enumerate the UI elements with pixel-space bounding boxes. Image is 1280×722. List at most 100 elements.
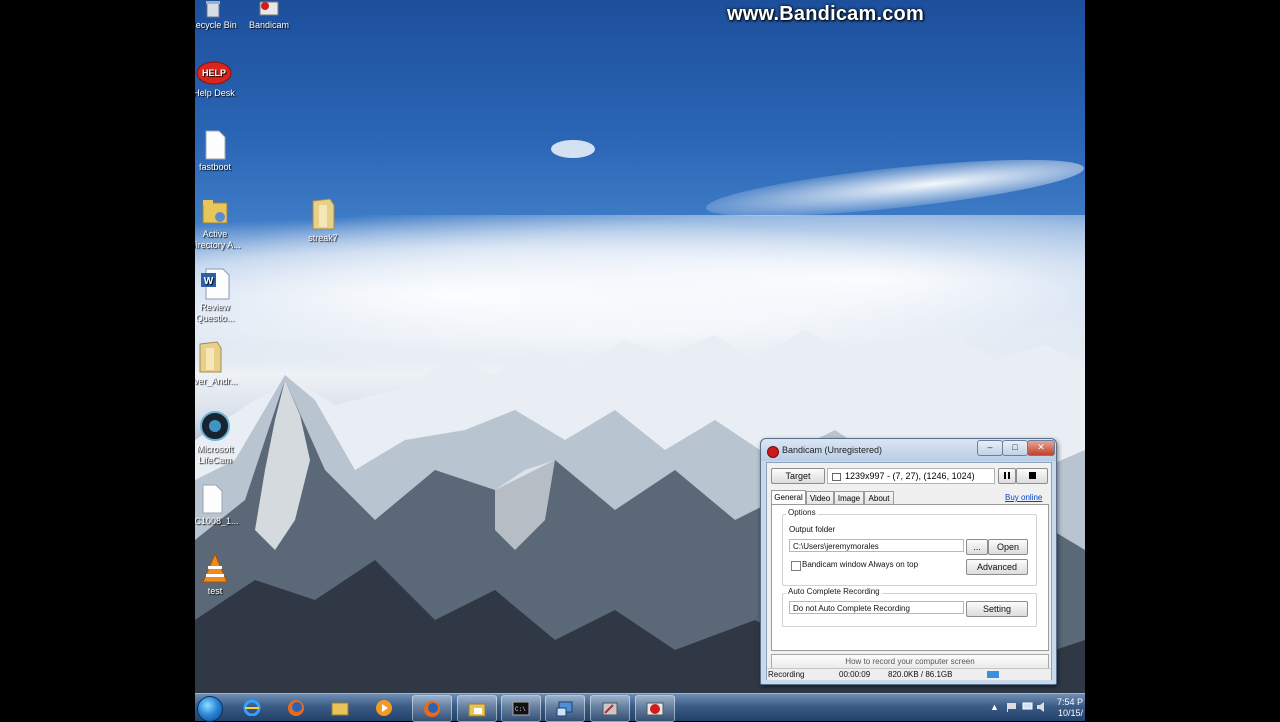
system-tray: ▲ 7:54 P 10/15/	[990, 694, 1085, 721]
stop-button[interactable]	[1016, 468, 1048, 484]
taskbar-command-prompt[interactable]: C:\	[501, 695, 541, 722]
maximize-button[interactable]: □	[1002, 440, 1028, 456]
remote-desktop-icon	[556, 701, 573, 717]
desktop-icon-label: test	[207, 586, 223, 596]
close-button[interactable]: ✕	[1027, 440, 1055, 456]
internet-explorer-icon	[243, 699, 261, 716]
desktop-icon-label-line: Directory A...	[195, 240, 241, 250]
desktop-icon-label-line: LifeCam	[198, 455, 232, 465]
auto-complete-field[interactable]: Do not Auto Complete Recording	[789, 601, 964, 614]
word-document-icon: W	[201, 268, 230, 300]
region-text: 1239x997 - (7, 27), (1246, 1024)	[845, 471, 975, 481]
help-icon: HELP	[196, 61, 232, 85]
window-title-bar[interactable]: Bandicam (Unregistered) – □ ✕	[761, 439, 1056, 461]
bandicam-icon	[259, 1, 279, 16]
recording-status: Recording	[768, 670, 805, 679]
stop-icon	[1029, 472, 1036, 479]
taskbar-explorer[interactable]	[321, 695, 359, 720]
output-folder-label: Output folder	[789, 525, 836, 534]
clock-date: 10/15/	[1057, 708, 1083, 718]
setting-button[interactable]: Setting	[966, 601, 1028, 617]
taskbar-bandicam[interactable]	[635, 695, 675, 722]
advanced-button[interactable]: Advanced	[966, 559, 1028, 575]
bandicam-icon	[646, 702, 664, 716]
taskbar-firefox-2[interactable]	[412, 695, 452, 722]
target-button[interactable]: Target	[771, 468, 825, 484]
taskbar-app[interactable]	[590, 695, 630, 722]
window-body: Target 1239x997 - (7, 27), (1246, 1024) …	[766, 462, 1052, 680]
desktop-icon-dic-file[interactable]: DIC1008_1...	[195, 484, 242, 527]
desktop-icon-label-line: Review	[200, 302, 230, 312]
network-icon[interactable]	[1022, 702, 1034, 712]
desktop-icon-label-line: Driver_Andr...	[195, 376, 238, 386]
show-hidden-icons-icon[interactable]: ▲	[990, 702, 999, 712]
desktop-icon-label: fastboot	[198, 162, 232, 172]
desktop-icon-bandicam[interactable]: Bandicam	[239, 0, 299, 31]
taskbar-media-player[interactable]	[365, 695, 403, 720]
file-explorer-icon	[331, 702, 349, 716]
desktop-icon-test[interactable]: test	[195, 552, 245, 597]
file-icon	[202, 484, 223, 514]
folder-shortcut-icon	[202, 200, 228, 224]
bandicam-window: Bandicam (Unregistered) – □ ✕ Target 123…	[760, 438, 1057, 685]
desktop-icon-active-directory[interactable]: Active Directory A...	[195, 197, 245, 251]
region-display: 1239x997 - (7, 27), (1246, 1024)	[827, 468, 995, 484]
file-icon	[205, 130, 226, 160]
bandicam-icon	[767, 446, 779, 458]
taskbar-firefox[interactable]	[277, 695, 315, 720]
cloud	[551, 140, 595, 158]
firefox-icon	[424, 701, 440, 717]
desktop-icon-label: streak7	[308, 233, 338, 243]
tab-image[interactable]: Image	[834, 491, 864, 505]
minimize-button[interactable]: –	[977, 440, 1003, 456]
media-player-icon	[376, 700, 392, 716]
clock-time: 7:54 P	[1056, 697, 1083, 707]
desktop-icon-label: Help Desk	[195, 88, 235, 98]
vlc-icon	[202, 552, 228, 583]
desktop-icon-label: Bandicam	[248, 20, 290, 30]
taskbar: C:\ ▲ 7:54 P 10/15/	[195, 693, 1085, 722]
desktop-icon-help-desk[interactable]: HELP Help Desk	[195, 60, 244, 99]
webcam-icon	[200, 411, 230, 441]
desktop-icon-label: Recycle Bin	[195, 20, 237, 30]
buy-online-link[interactable]: Buy online	[1005, 493, 1042, 502]
desktop-icon-label-line: Questio...	[195, 313, 235, 323]
watermark: www.Bandicam.com	[727, 3, 924, 25]
monitor-icon	[832, 472, 841, 481]
desktop-icon-recycle-bin[interactable]: Recycle Bin	[195, 0, 243, 31]
elapsed-time: 00:00:09	[839, 670, 871, 679]
tab-about[interactable]: About	[864, 491, 894, 505]
desktop-icon-streak7[interactable]: streak7	[293, 197, 353, 244]
desktop-icon-review-questions[interactable]: W Review Questio...	[195, 268, 245, 324]
tab-general[interactable]: General	[771, 490, 806, 505]
command-prompt-icon: C:\	[512, 701, 530, 716]
output-folder-field[interactable]: C:\Users\jeremymorales	[789, 539, 964, 552]
open-button[interactable]: Open	[988, 539, 1028, 555]
always-on-top-checkbox[interactable]	[791, 561, 801, 571]
desktop-icon-fastboot[interactable]: fastboot	[195, 130, 245, 173]
svg-text:C:\: C:\	[515, 706, 526, 713]
always-on-top-label: Bandicam window Always on top	[802, 560, 919, 569]
app-icon	[602, 702, 618, 716]
pause-button[interactable]	[998, 468, 1016, 484]
desktop-icon-label-line: Active	[202, 229, 228, 239]
clock[interactable]: 7:54 P 10/15/	[1057, 697, 1083, 719]
volume-icon[interactable]	[1036, 702, 1048, 712]
taskbar-folder[interactable]	[457, 695, 497, 722]
desktop-icon-lifecam[interactable]: Microsoft LifeCam	[195, 410, 245, 466]
file-size: 820.0KB / 86.1GB	[888, 670, 953, 679]
recording-indicator	[987, 671, 999, 678]
browse-button[interactable]: ...	[966, 539, 988, 555]
options-title: Options	[786, 508, 818, 517]
desktop-icon-driver-android[interactable]: Driver_Andr...	[195, 340, 240, 387]
tab-video[interactable]: Video	[806, 491, 834, 505]
general-panel: Options Output folder C:\Users\jeremymor…	[771, 504, 1049, 651]
start-button[interactable]	[197, 696, 223, 722]
svg-text:HELP: HELP	[202, 68, 226, 78]
desktop-icon-label-line: DIC1008_1...	[195, 516, 239, 526]
pause-icon	[1004, 472, 1010, 479]
flag-icon[interactable]	[1006, 702, 1018, 712]
taskbar-ie[interactable]	[233, 695, 271, 720]
folder-icon	[468, 703, 486, 717]
taskbar-remote-desktop[interactable]	[545, 695, 585, 722]
